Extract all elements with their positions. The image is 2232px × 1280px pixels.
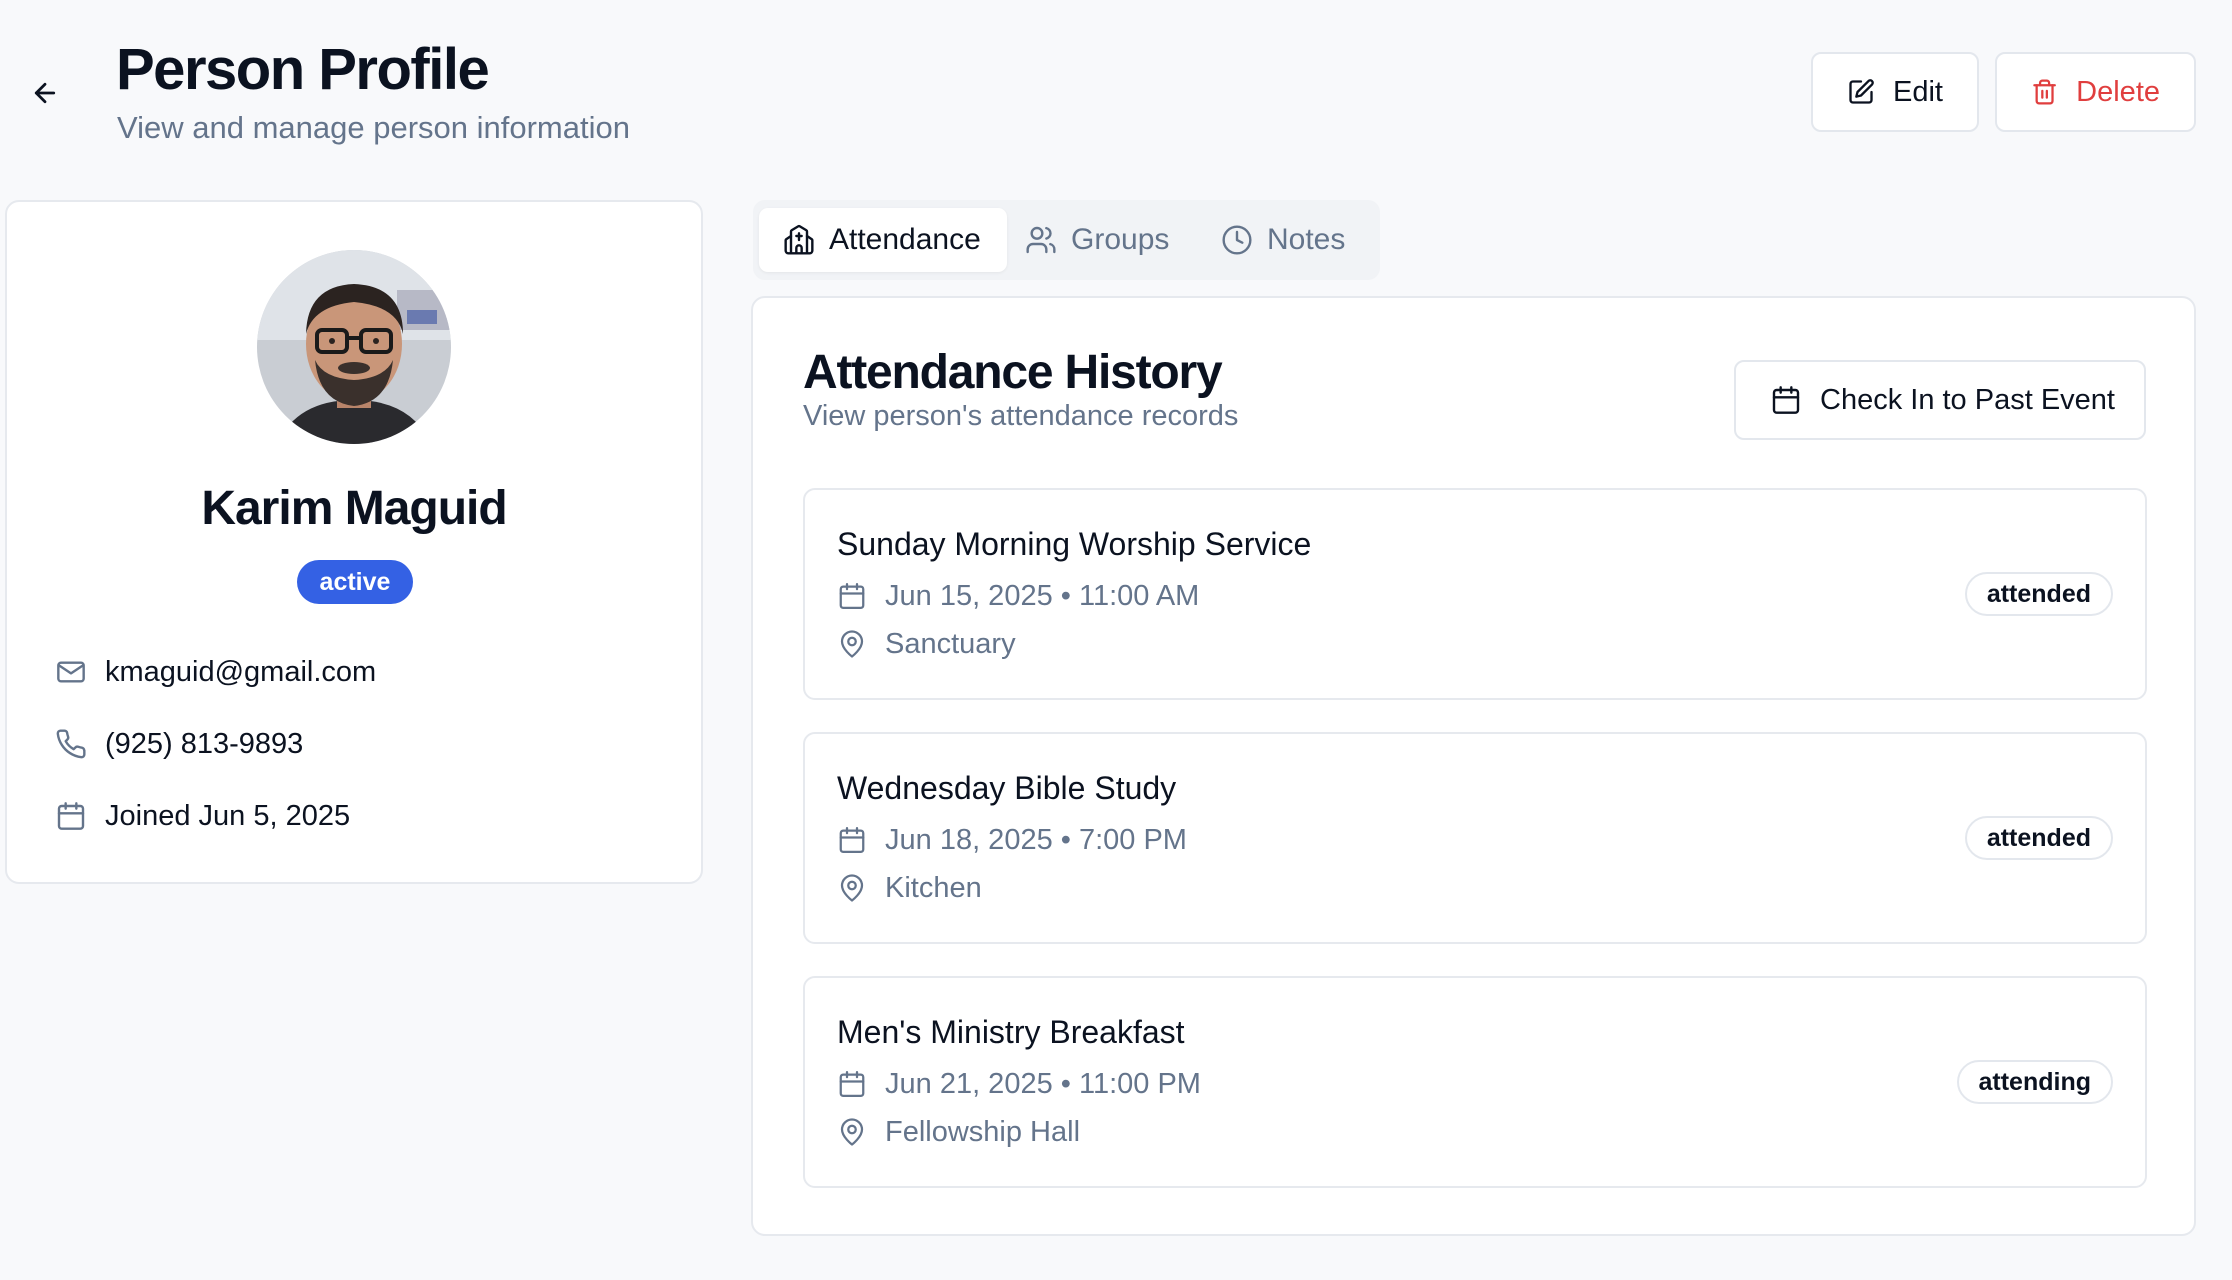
page-subtitle: View and manage person information xyxy=(117,110,630,145)
event-name: Wednesday Bible Study xyxy=(837,770,1177,806)
check-in-past-event-button[interactable]: Check In to Past Event xyxy=(1734,360,2146,440)
joined-value: Joined Jun 5, 2025 xyxy=(105,799,351,832)
edit-button-label: Edit xyxy=(1893,75,1943,108)
event-status-badge: attended xyxy=(1964,816,2113,860)
check-in-button-label: Check In to Past Event xyxy=(1820,383,2115,416)
calendar-icon xyxy=(839,583,865,609)
event-datetime-text: Jun 15, 2025 • 11:00 AM xyxy=(885,579,1200,612)
event-datetime: Jun 18, 2025 • 7:00 PM xyxy=(837,822,1187,858)
event-datetime: Jun 21, 2025 • 11:00 PM xyxy=(837,1066,1201,1102)
event-location: Fellowship Hall xyxy=(837,1114,1080,1150)
event-item[interactable]: Wednesday Bible Study Jun 18, 2025 • 7:0… xyxy=(803,732,2147,944)
email-value: kmaguid@gmail.com xyxy=(105,655,377,688)
trash-icon xyxy=(2033,79,2056,105)
map-pin-icon xyxy=(840,1118,864,1146)
profile-card: Karim Maguid active kmaguid@gmail.com (9… xyxy=(5,200,703,884)
phone-value: (925) 813-9893 xyxy=(105,727,304,760)
event-datetime: Jun 15, 2025 • 11:00 AM xyxy=(837,578,1199,614)
event-datetime-text: Jun 18, 2025 • 7:00 PM xyxy=(885,823,1187,856)
person-name: Karim Maguid xyxy=(201,482,507,535)
avatar xyxy=(257,250,451,444)
phone-row: (925) 813-9893 xyxy=(55,724,303,764)
back-button[interactable] xyxy=(24,72,66,114)
calendar-icon xyxy=(57,802,85,830)
tab-attendance-label: Attendance xyxy=(829,223,981,256)
event-item[interactable]: Men's Ministry Breakfast Jun 21, 2025 • … xyxy=(803,976,2147,1188)
attendance-subtitle: View person's attendance records xyxy=(803,400,1239,432)
email-row: kmaguid@gmail.com xyxy=(55,652,376,692)
joined-row: Joined Jun 5, 2025 xyxy=(55,796,350,836)
tab-attendance[interactable]: Attendance xyxy=(759,208,1007,272)
event-location-text: Fellowship Hall xyxy=(885,1115,1081,1148)
delete-button-label: Delete xyxy=(2076,75,2160,108)
event-location: Sanctuary xyxy=(837,626,1016,662)
tab-notes-label: Notes xyxy=(1267,223,1346,256)
map-pin-icon xyxy=(840,630,864,658)
clock-icon xyxy=(1222,225,1252,255)
delete-button[interactable]: Delete xyxy=(1995,52,2196,132)
event-item[interactable]: Sunday Morning Worship Service Jun 15, 2… xyxy=(803,488,2147,700)
event-name: Sunday Morning Worship Service xyxy=(837,526,1312,562)
arrow-left-icon xyxy=(34,82,56,104)
calendar-icon xyxy=(839,827,865,853)
event-datetime-text: Jun 21, 2025 • 11:00 PM xyxy=(885,1067,1201,1100)
event-location-text: Sanctuary xyxy=(885,627,1016,660)
map-pin-icon xyxy=(840,874,864,902)
tab-bar: Attendance Groups Notes xyxy=(753,200,1380,280)
attendance-card: Attendance History View person's attenda… xyxy=(751,296,2196,1236)
users-icon xyxy=(1026,226,1056,254)
calendar-icon xyxy=(1772,386,1800,414)
church-icon xyxy=(784,224,814,255)
phone-icon xyxy=(56,729,86,759)
calendar-icon xyxy=(839,1071,865,1097)
status-badge: active xyxy=(297,560,413,604)
event-status-badge: attending xyxy=(1956,1060,2113,1104)
event-name: Men's Ministry Breakfast xyxy=(837,1014,1185,1050)
page-title: Person Profile xyxy=(116,37,490,102)
mail-icon xyxy=(57,661,85,683)
tab-groups-label: Groups xyxy=(1071,223,1170,256)
attendance-title: Attendance History xyxy=(803,346,1223,399)
edit-button[interactable]: Edit xyxy=(1811,52,1979,132)
tab-notes[interactable]: Notes xyxy=(1221,208,1371,272)
event-status-badge: attended xyxy=(1964,572,2113,616)
tab-groups[interactable]: Groups xyxy=(1025,208,1185,272)
edit-icon xyxy=(1849,79,1874,104)
event-location: Kitchen xyxy=(837,870,982,906)
event-location-text: Kitchen xyxy=(885,871,982,904)
